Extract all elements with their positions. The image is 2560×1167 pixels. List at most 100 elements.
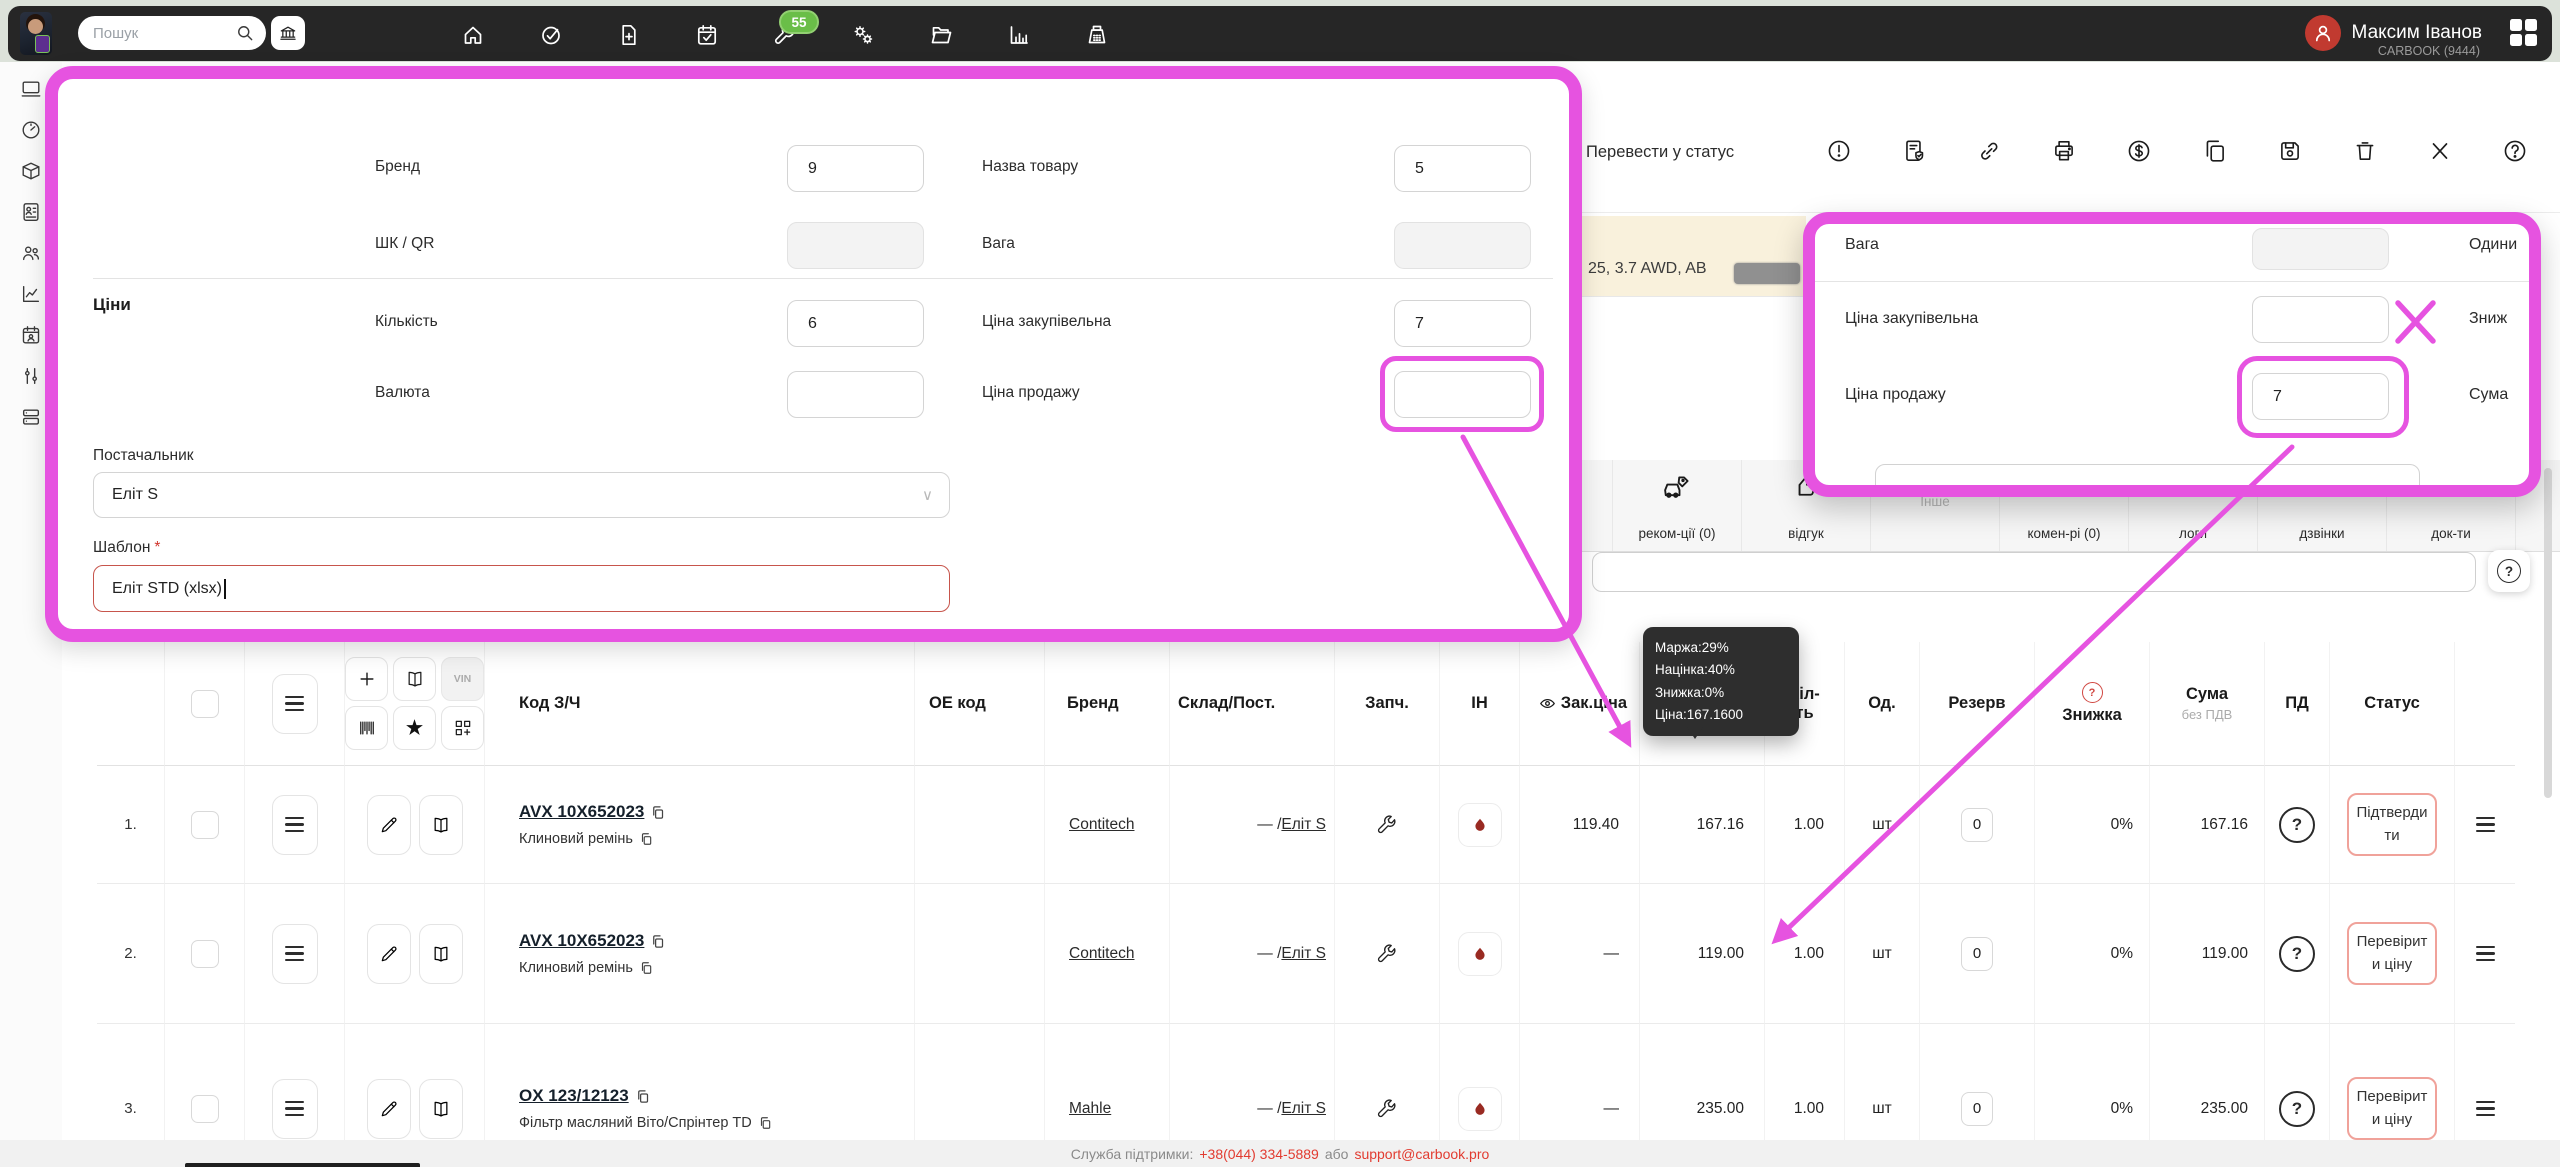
reserve-cell[interactable]: 0 (1920, 884, 2035, 1024)
vin-search-button[interactable]: VIN (441, 657, 484, 701)
part-type-icon[interactable] (1335, 884, 1440, 1024)
sidebar-dashboard-icon[interactable] (20, 119, 42, 141)
print-icon[interactable] (2045, 132, 2083, 170)
col-oe[interactable]: ОЕ код (915, 642, 1045, 766)
quantity-input[interactable]: 6 (787, 300, 924, 347)
oil-drop-icon[interactable] (1458, 932, 1502, 976)
copy-icon[interactable] (639, 961, 653, 975)
files-nav-button[interactable] (923, 17, 959, 53)
col-sum[interactable]: Сумабез ПДВ (2150, 642, 2265, 766)
copy-icon[interactable] (758, 1116, 772, 1130)
help-floating-button[interactable]: ? (2488, 550, 2530, 592)
copy-icon[interactable] (650, 934, 665, 949)
copy-icon[interactable] (639, 832, 653, 846)
part-code-link[interactable]: AVX 10X652023 (519, 802, 644, 822)
brand-link[interactable]: Contitech (1045, 816, 1134, 834)
header-menu-button[interactable] (245, 642, 345, 766)
sidebar-analytics-icon[interactable] (20, 283, 42, 305)
part-code-link[interactable]: AVX 10X652023 (519, 931, 644, 951)
edit-button[interactable] (367, 924, 411, 984)
col-status[interactable]: Статус (2330, 642, 2455, 766)
discount-cell[interactable]: 0% (2035, 766, 2150, 884)
apps-grid-icon[interactable] (2510, 19, 2538, 47)
transfer-status-dropdown[interactable]: Перевести у статус (1586, 143, 1734, 162)
new-document-nav-button[interactable] (611, 17, 647, 53)
barcode-button[interactable] (345, 706, 388, 750)
price-cell[interactable]: 119.00 (1640, 884, 1765, 1024)
copy-icon[interactable] (650, 805, 665, 820)
settings-nav-button[interactable] (845, 17, 881, 53)
sidebar-workstation-icon[interactable] (20, 78, 42, 100)
currency-input[interactable] (787, 371, 924, 418)
supplier-link[interactable]: Еліт S (1281, 1100, 1326, 1118)
alert-icon[interactable] (1820, 132, 1858, 170)
status-button[interactable]: Підтвердити (2347, 793, 2437, 856)
row-menu-button[interactable] (245, 766, 345, 884)
brand-link[interactable]: Contitech (1045, 945, 1134, 963)
support-email-link[interactable]: support@carbook.pro (1354, 1146, 1489, 1162)
close-icon[interactable] (2421, 132, 2459, 170)
price-icon[interactable] (2120, 132, 2158, 170)
col-unit[interactable]: Од. (1845, 642, 1920, 766)
copy-document-icon[interactable] (2196, 132, 2234, 170)
row-menu-button[interactable] (245, 884, 345, 1024)
price-cell[interactable]: 167.16 (1640, 766, 1765, 884)
search-icon[interactable] (235, 23, 255, 43)
row-context-menu[interactable] (2455, 884, 2515, 1024)
search-input[interactable] (78, 25, 233, 42)
tab-recommendations[interactable]: реком-ції (0) (1612, 460, 1741, 551)
discount-cell[interactable]: 0% (2035, 884, 2150, 1024)
calendar-nav-button[interactable] (689, 17, 725, 53)
save-icon[interactable] (2271, 132, 2309, 170)
select-all-checkbox[interactable] (165, 642, 245, 766)
copy-icon[interactable] (635, 1089, 650, 1104)
help-icon[interactable] (2496, 132, 2534, 170)
qty-cell[interactable]: 1.00 (1765, 884, 1845, 1024)
qr-add-button[interactable] (441, 706, 484, 750)
vat-cell[interactable]: ? (2265, 884, 2330, 1024)
reports-nav-button[interactable] (1001, 17, 1037, 53)
sidebar-employees-icon[interactable] (20, 242, 42, 264)
col-discount[interactable]: ?Знижка (2035, 642, 2150, 766)
edit-button[interactable] (367, 1079, 411, 1139)
col-reserve[interactable]: Резерв (1920, 642, 2035, 766)
row-checkbox[interactable] (165, 766, 245, 884)
workspace-avatar[interactable] (20, 12, 52, 55)
sidebar-storage-icon[interactable] (20, 406, 42, 428)
product-name-input[interactable]: 5 (1394, 145, 1531, 192)
cash-register-nav-button[interactable] (1079, 17, 1115, 53)
sidebar-settings-sliders-icon[interactable] (20, 365, 42, 387)
purchase-price-input[interactable] (2252, 296, 2389, 343)
oil-drop-icon[interactable] (1458, 803, 1502, 847)
col-brand[interactable]: Бренд (1045, 642, 1170, 766)
support-phone-link[interactable]: +38(044) 334-5889 (1199, 1146, 1319, 1162)
edit-button[interactable] (367, 795, 411, 855)
col-vat[interactable]: ПД (2265, 642, 2330, 766)
vat-cell[interactable]: ? (2265, 766, 2330, 884)
row-checkbox[interactable] (165, 884, 245, 1024)
sidebar-schedule-icon[interactable] (20, 324, 42, 346)
col-purchase-price[interactable]: Зак.ціна (1520, 642, 1640, 766)
supplier-link[interactable]: Еліт S (1281, 945, 1326, 963)
template-input[interactable]: Еліт STD (xlsx) (93, 565, 950, 612)
discount-warning-icon[interactable]: ? (2082, 682, 2103, 703)
col-part[interactable]: Запч. (1335, 642, 1440, 766)
supplier-link[interactable]: Еліт S (1281, 816, 1326, 834)
tasks-nav-button[interactable] (533, 17, 569, 53)
document-check-icon[interactable] (1895, 132, 1933, 170)
catalog-button[interactable] (393, 657, 436, 701)
catalog-button[interactable] (419, 1079, 463, 1139)
status-button[interactable]: Перевірити ціну (2347, 922, 2437, 985)
col-code[interactable]: Код З/Ч (485, 642, 915, 766)
comment-input[interactable] (1592, 552, 2476, 592)
bank-button[interactable] (271, 16, 305, 50)
sidebar-warehouse-icon[interactable] (20, 160, 42, 182)
qty-cell[interactable]: 1.00 (1765, 766, 1845, 884)
supplier-select[interactable]: Еліт S∨ (93, 472, 950, 518)
brand-input[interactable]: 9 (787, 145, 924, 192)
repairs-nav-button[interactable]: 55 (767, 17, 803, 53)
row-context-menu[interactable] (2455, 766, 2515, 884)
col-stock[interactable]: Склад/Пост. (1170, 642, 1335, 766)
purchase-price-input[interactable]: 7 (1394, 300, 1531, 347)
status-button[interactable]: Перевірити ціну (2347, 1077, 2437, 1140)
